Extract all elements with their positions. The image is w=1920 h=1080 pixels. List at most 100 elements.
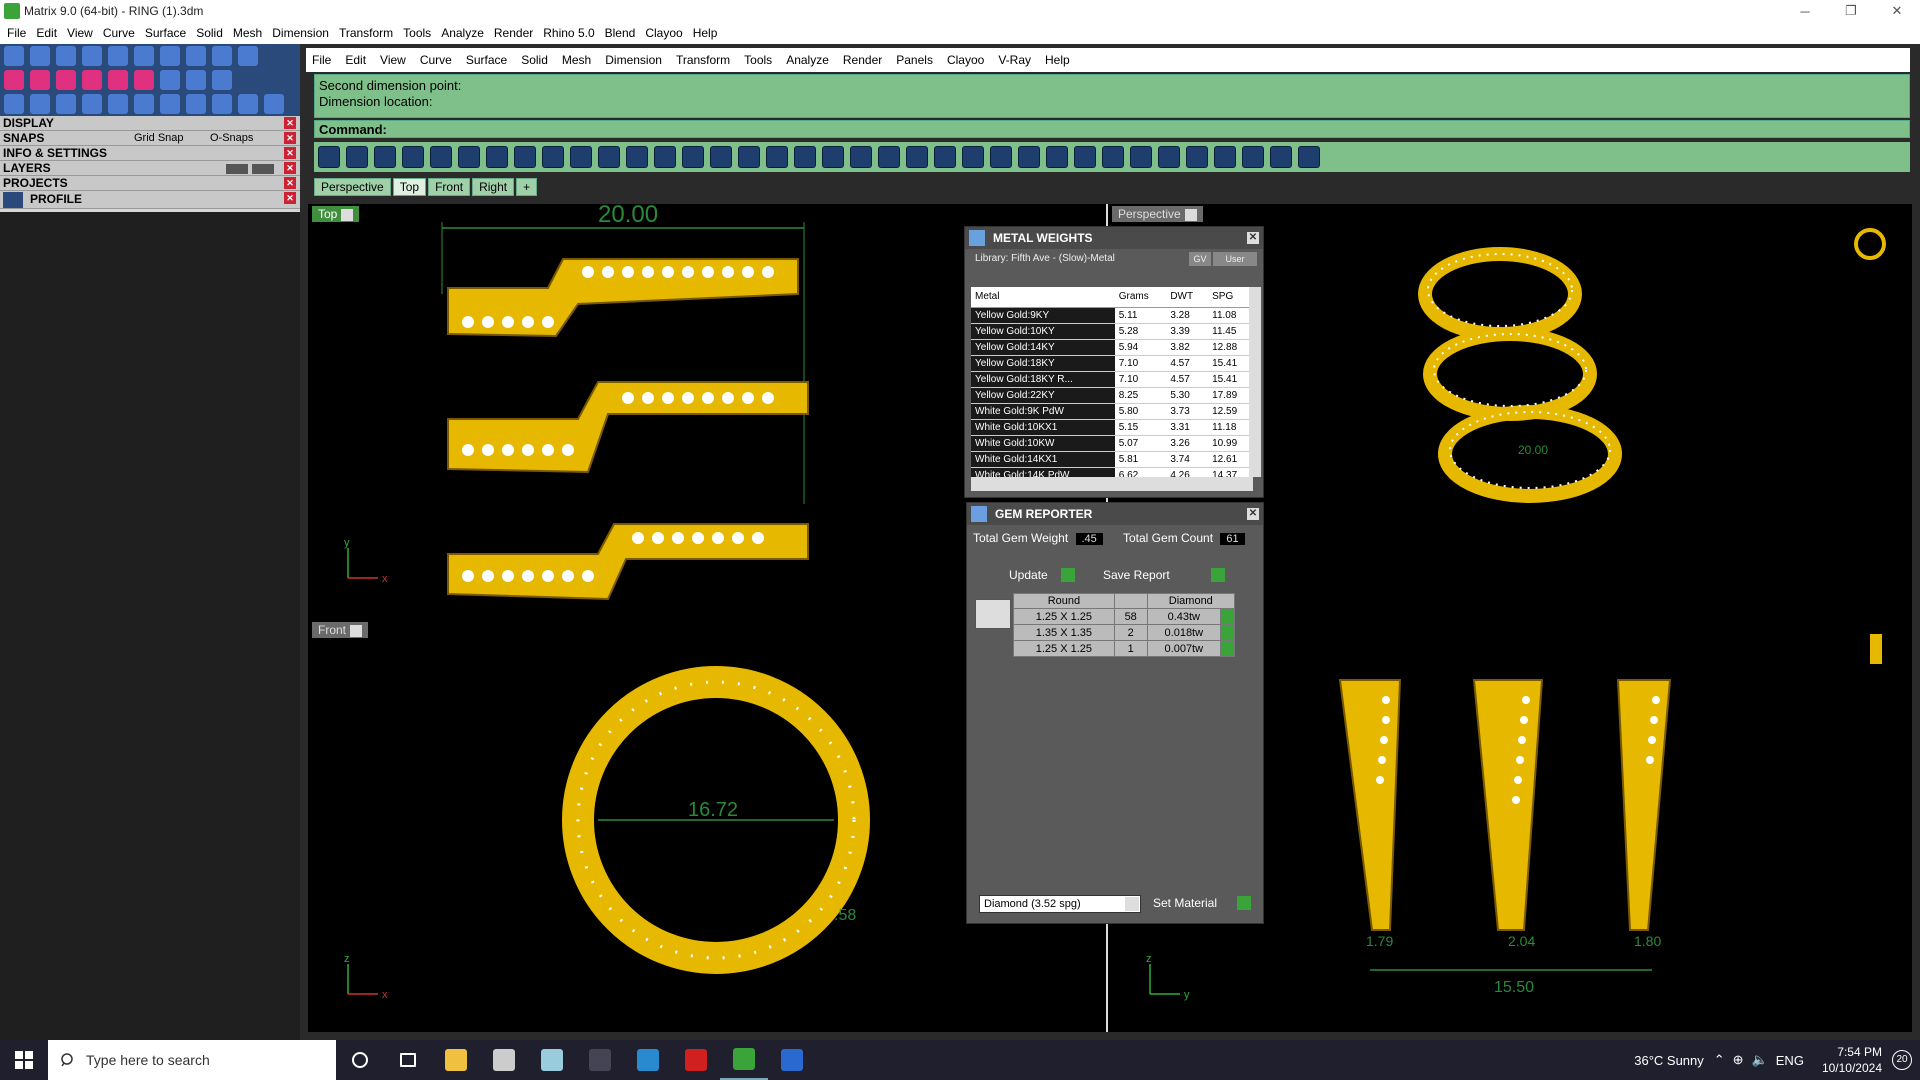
gem-reporter-header[interactable]: GEM REPORTER ✕ [967, 503, 1263, 525]
app-button[interactable] [528, 1040, 576, 1080]
close-icon[interactable]: ✕ [284, 192, 296, 204]
minimize-button[interactable]: ─ [1782, 0, 1828, 22]
material-dropdown[interactable]: Diamond (3.52 spg) [979, 895, 1141, 913]
bezier-tool-icon[interactable] [108, 46, 128, 66]
rhino-menu-help[interactable]: Help [1045, 53, 1070, 67]
tab-right[interactable]: Right [472, 178, 515, 196]
close-icon[interactable]: ✕ [284, 132, 296, 144]
panel-profile[interactable]: PROFILE ✕ [0, 191, 300, 209]
cortana-button[interactable] [336, 1040, 384, 1080]
rhino-menu-curve[interactable]: Curve [420, 53, 452, 67]
table-row[interactable]: Yellow Gold:10KY 5.28 3.39 11.45 [971, 323, 1253, 340]
join-tool-icon[interactable] [212, 70, 232, 90]
check-tool-icon[interactable] [160, 70, 180, 90]
bail-tool-icon[interactable] [238, 46, 258, 66]
add-point-tool-icon[interactable] [30, 70, 50, 90]
play-icon[interactable] [1220, 624, 1235, 641]
pdf-button[interactable] [672, 1040, 720, 1080]
ring-size-tool-icon[interactable] [264, 94, 284, 114]
scale-tool-icon[interactable] [134, 94, 154, 114]
grid-tool-icon[interactable] [134, 70, 154, 90]
menu-help[interactable]: Help [693, 26, 718, 40]
close-icon[interactable]: ✕ [284, 117, 296, 129]
rhino-menu-edit[interactable]: Edit [345, 53, 366, 67]
grid-snap-toggle[interactable]: Grid Snap [134, 131, 184, 146]
scissors-tool-icon[interactable] [186, 70, 206, 90]
gear-icon[interactable] [570, 146, 592, 168]
close-icon[interactable]: ✕ [284, 177, 296, 189]
tab-front[interactable]: Front [428, 178, 471, 196]
shape-tool-icon[interactable] [134, 46, 154, 66]
table-row[interactable]: 1.25 X 1.25 58 0.43tw [1013, 608, 1235, 625]
stand-tool-icon[interactable] [1242, 146, 1264, 168]
insert-point-tool-icon[interactable] [56, 70, 76, 90]
table-row[interactable]: White Gold:14K PdW 6.62 4.26 14.37 [971, 467, 1253, 477]
render-tool-icon[interactable] [794, 146, 816, 168]
update-button[interactable]: Update [1003, 567, 1075, 583]
menu-transform[interactable]: Transform [339, 26, 393, 40]
bool-tool-icon[interactable] [238, 94, 258, 114]
table-row[interactable]: 1.25 X 1.25 1 0.007tw [1013, 640, 1235, 657]
sphere-tool-icon[interactable] [626, 146, 648, 168]
menu-analyze[interactable]: Analyze [441, 26, 484, 40]
layer-visibility-icon[interactable] [226, 164, 248, 174]
curve-tool-icon[interactable] [374, 146, 396, 168]
osnaps-toggle[interactable]: O-Snaps [210, 131, 253, 146]
menu-render[interactable]: Render [494, 26, 533, 40]
curve-edit-tool-icon[interactable] [82, 70, 102, 90]
down-arrow-icon[interactable] [962, 146, 984, 168]
rotate-tool-icon[interactable] [30, 94, 50, 114]
f4-icon[interactable] [1074, 146, 1096, 168]
print-tool-icon[interactable] [458, 146, 480, 168]
plugin-tool-icon[interactable] [878, 146, 900, 168]
rhino-menu-analyze[interactable]: Analyze [786, 53, 829, 67]
user-toggle[interactable]: User [1213, 252, 1257, 266]
search-box[interactable]: Type here to search [48, 1040, 336, 1080]
gems-tool-icon[interactable] [710, 146, 732, 168]
spin-tool-icon[interactable] [1270, 146, 1292, 168]
gv-toggle[interactable]: GV [1189, 252, 1211, 266]
menu-dimension[interactable]: Dimension [272, 26, 329, 40]
panel-display[interactable]: DISPLAY ✕ [0, 116, 300, 131]
save-tool-icon[interactable] [766, 146, 788, 168]
spiral-tool-icon[interactable] [56, 94, 76, 114]
globe-tool-icon[interactable] [654, 146, 676, 168]
wrap-tool-icon[interactable] [1158, 146, 1180, 168]
slash-tool-icon[interactable] [1046, 146, 1068, 168]
disabled-tool-icon[interactable] [906, 146, 928, 168]
updown-arrow-icon[interactable] [990, 146, 1012, 168]
rhino-menu-mesh[interactable]: Mesh [562, 53, 591, 67]
chevron-down-icon[interactable] [1125, 897, 1139, 911]
rhino-menu-panels[interactable]: Panels [896, 53, 933, 67]
metal-weights-header[interactable]: METAL WEIGHTS ✕ [965, 227, 1263, 249]
close-button[interactable]: ✕ [1874, 0, 1920, 22]
set-material-button[interactable]: Set Material [1147, 895, 1251, 911]
table-row[interactable]: White Gold:10KW 5.07 3.26 10.99 [971, 435, 1253, 452]
table-row[interactable]: Yellow Gold:9KY 5.11 3.28 11.08 [971, 307, 1253, 324]
align-tool-icon[interactable] [186, 94, 206, 114]
loft-tool-icon[interactable] [160, 46, 180, 66]
volume-icon[interactable]: 🔈 [1752, 1052, 1768, 1068]
move-tool-icon[interactable] [108, 94, 128, 114]
task-view-button[interactable] [384, 1040, 432, 1080]
rhino-menu-dimension[interactable]: Dimension [605, 53, 662, 67]
panel-snaps[interactable]: SNAPS Grid Snap O-Snaps ✕ [0, 131, 300, 146]
table-row[interactable]: White Gold:9K PdW 5.80 3.73 12.59 [971, 403, 1253, 420]
menu-edit[interactable]: Edit [36, 26, 57, 40]
split-arrow-icon[interactable] [1018, 146, 1040, 168]
rhino-menu-transform[interactable]: Transform [676, 53, 730, 67]
cross-tool-icon[interactable] [4, 70, 24, 90]
rhino-menu-solid[interactable]: Solid [521, 53, 548, 67]
network-icon[interactable]: ⊕ [1733, 1052, 1744, 1068]
clock[interactable]: 7:54 PM 10/10/2024 [1822, 1044, 1882, 1076]
start-button[interactable] [0, 1040, 48, 1080]
column-header-metal[interactable]: Metal [971, 287, 1115, 308]
restore-button[interactable]: ❐ [1828, 0, 1874, 22]
polygon-tool-icon[interactable] [30, 46, 50, 66]
table-row[interactable]: White Gold:10KX1 5.15 3.31 11.18 [971, 419, 1253, 436]
play-icon[interactable] [1220, 608, 1235, 625]
menu-surface[interactable]: Surface [145, 26, 186, 40]
unlock-icon[interactable] [1214, 146, 1236, 168]
distribute-tool-icon[interactable] [212, 94, 232, 114]
rhino-menu-view[interactable]: View [380, 53, 406, 67]
